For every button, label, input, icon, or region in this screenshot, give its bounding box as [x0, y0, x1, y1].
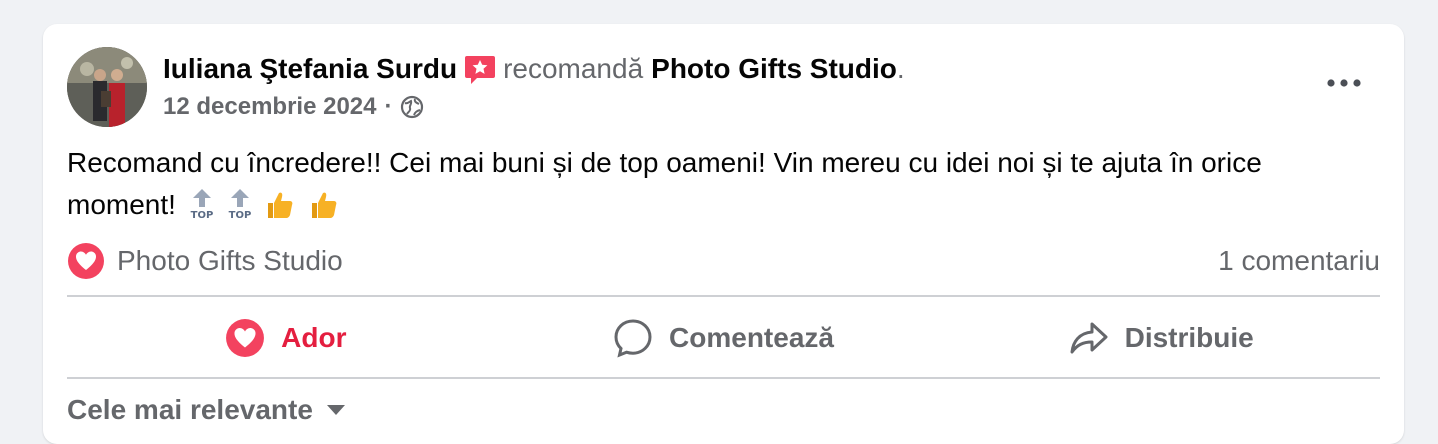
post-body: Recomand cu încredere!! Cei mai buni și … [67, 142, 1367, 232]
recommends-text: recomandă [503, 53, 644, 84]
post-header: Iuliana Ştefania Surdu recomandă Photo G… [163, 52, 905, 86]
comment-icon [613, 318, 653, 358]
heart-icon [225, 318, 265, 358]
divider-bottom [67, 377, 1380, 379]
header-period: . [896, 53, 905, 84]
comment-sort-dropdown[interactable]: Cele mai relevante [67, 390, 345, 430]
love-button[interactable]: Ador [67, 298, 505, 378]
globe-icon [400, 95, 424, 119]
reacted-by-text: Photo Gifts Studio [117, 245, 343, 276]
svg-text:TOP: TOP [228, 210, 251, 220]
more-options-button[interactable] [1324, 68, 1364, 98]
post-meta: 12 decembrie 2024 · [163, 92, 424, 122]
actions-bar: Ador Comentează Distribuie [67, 298, 1380, 378]
reactions-summary: Photo Gifts Studio 1 comentariu [67, 238, 1380, 284]
meta-separator: · [384, 93, 393, 120]
post-date[interactable]: 12 decembrie 2024 [163, 93, 376, 121]
reactions-left[interactable]: Photo Gifts Studio [67, 242, 343, 280]
top-arrow-icon: TOP [190, 188, 214, 232]
svg-text:TOP: TOP [190, 210, 213, 220]
page-name-link[interactable]: Photo Gifts Studio [651, 53, 897, 85]
post-card: Iuliana Ştefania Surdu recomandă Photo G… [43, 24, 1404, 444]
comments-count-link[interactable]: 1 comentariu [1218, 245, 1380, 277]
recommend-badge-icon [463, 53, 497, 87]
share-button[interactable]: Distribuie [942, 298, 1380, 378]
heart-icon [67, 242, 105, 280]
comment-button[interactable]: Comentează [505, 298, 943, 378]
divider-top [67, 295, 1380, 297]
comment-label: Comentează [669, 322, 834, 353]
top-arrow-icon: TOP [228, 188, 252, 232]
sort-label: Cele mai relevante [67, 394, 313, 425]
love-label: Ador [281, 322, 347, 353]
thumbs-up-icon [265, 190, 295, 232]
thumbs-up-icon [309, 190, 339, 232]
author-avatar[interactable] [67, 47, 147, 127]
share-label: Distribuie [1124, 322, 1254, 353]
author-name[interactable]: Iuliana Ştefania Surdu [163, 53, 457, 85]
share-icon [1069, 318, 1109, 358]
